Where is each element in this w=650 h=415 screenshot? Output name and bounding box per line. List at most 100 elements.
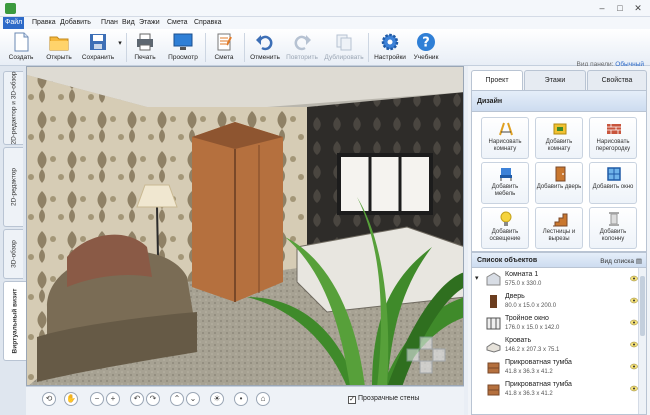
bed-icon	[486, 342, 501, 353]
design-title: Дизайн	[477, 98, 503, 105]
eye-icon[interactable]	[630, 341, 638, 348]
collapse-icon[interactable]: ▾	[475, 274, 479, 282]
add-room-label: Добавить комнату	[545, 139, 573, 152]
settings-label: Настройки	[374, 54, 406, 61]
print-button[interactable]: Печать	[130, 29, 160, 66]
draw-room-button[interactable]: Нарисовать комнату	[481, 117, 529, 159]
toolbar: Создать Открыть Сохранить ▾ Печать Просм…	[0, 29, 650, 68]
close-icon[interactable]: ✕	[630, 3, 646, 14]
title-bar: – □ ✕	[0, 0, 650, 17]
object-dims: 41.8 x 36.3 x 41.2	[505, 369, 553, 375]
tab-project[interactable]: Проект	[471, 70, 523, 91]
object-dims: 41.8 x 36.3 x 41.2	[505, 391, 553, 397]
add-lighting-label: Добавить освещение	[489, 229, 521, 242]
floppy-disk-icon	[90, 34, 106, 50]
duplicate-label: Дублировать	[324, 54, 364, 61]
monitor-icon	[173, 33, 193, 50]
eye-icon[interactable]	[630, 275, 638, 282]
add-door-button[interactable]: Добавить дверь	[535, 162, 583, 204]
window	[337, 153, 433, 215]
zoom-out-icon[interactable]: −	[90, 392, 104, 406]
eye-icon[interactable]	[630, 319, 638, 326]
chevron-down-icon: ▾	[118, 40, 122, 47]
wardrobe	[192, 122, 283, 302]
draw-partition-label: Нарисовать перегородку	[595, 139, 631, 152]
toolbar-divider	[205, 33, 206, 62]
maximize-icon[interactable]: □	[612, 3, 628, 14]
door-icon	[555, 166, 566, 182]
tilt-up-icon[interactable]: ⌃	[170, 392, 184, 406]
undo-label: Отменить	[250, 54, 280, 61]
redo-button[interactable]: Повторить	[284, 29, 320, 66]
tab-properties[interactable]: Свойства	[587, 70, 647, 90]
new-document-icon	[14, 32, 29, 52]
menu-help[interactable]: Справка	[192, 17, 223, 29]
list-item[interactable]: Прикроватная тумба 41.8 x 36.3 x 41.2	[472, 380, 640, 401]
add-window-label: Добавить окно	[592, 184, 634, 190]
save-dropdown-button[interactable]: ▾	[117, 29, 123, 66]
undo-icon	[256, 35, 273, 51]
tab-2d-editor[interactable]: 2D-редактор	[3, 147, 23, 227]
tab-3d-view[interactable]: 3D-обзор	[3, 229, 23, 279]
zoom-in-icon[interactable]: +	[106, 392, 120, 406]
minimize-icon[interactable]: –	[594, 3, 610, 14]
object-list-scrollbar[interactable]	[638, 268, 646, 414]
menu-floors[interactable]: Этажи	[137, 17, 162, 29]
light-bulb-icon[interactable]: •	[234, 392, 248, 406]
list-item[interactable]: Тройное окно 176.0 x 15.0 x 142.0	[472, 314, 640, 335]
add-column-button[interactable]: Добавить колонну	[589, 207, 637, 249]
estimate-button[interactable]: Смета	[210, 29, 238, 66]
tab-virtual-visit[interactable]: Виртуальный визит	[3, 281, 26, 361]
menu-view[interactable]: Вид	[120, 17, 137, 29]
tab-floors[interactable]: Этажи	[524, 70, 586, 90]
chair-icon	[500, 168, 512, 181]
menu-edit[interactable]: Правка	[30, 17, 58, 29]
home-icon[interactable]: ⌂	[256, 392, 270, 406]
redo-label: Повторить	[286, 54, 318, 61]
list-item[interactable]: Прикроватная тумба 41.8 x 36.3 x 41.2	[472, 358, 640, 379]
checkbox-checked-icon: ✓	[348, 396, 356, 404]
add-lighting-button[interactable]: Добавить освещение	[481, 207, 529, 249]
list-item[interactable]: ▾ Комната 1 575.0 x 330.0	[472, 270, 640, 291]
tab-virtual-visit-label: Виртуальный визит	[11, 288, 19, 354]
menu-estimate[interactable]: Смета	[165, 17, 190, 29]
object-name: Тройное окно	[505, 315, 549, 322]
create-button[interactable]: Создать	[6, 29, 36, 66]
tutorial-button[interactable]: ? Учебник	[410, 29, 442, 66]
list-view-button[interactable]: Вид списка ▤	[600, 257, 642, 265]
undo-button[interactable]: Отменить	[248, 29, 282, 66]
duplicate-button[interactable]: Дублировать	[322, 29, 366, 66]
add-window-button[interactable]: Добавить окно	[589, 162, 637, 204]
lighting-icon[interactable]: ☀	[210, 392, 224, 406]
rotate-view-icon[interactable]: ⟲	[42, 392, 56, 406]
transparent-walls-checkbox[interactable]: ✓ Прозрачные стены	[348, 395, 419, 404]
draw-partition-button[interactable]: Нарисовать перегородку	[589, 117, 637, 159]
list-item[interactable]: Дверь 80.0 x 15.0 x 200.0	[472, 292, 640, 313]
list-item[interactable]: Кровать 146.2 x 207.3 x 75.1	[472, 336, 640, 357]
object-name: Дверь	[505, 293, 525, 300]
toolbar-divider	[368, 33, 369, 62]
eye-icon[interactable]	[630, 385, 638, 392]
eye-icon[interactable]	[630, 297, 638, 304]
turn-left-icon[interactable]: ↶	[130, 392, 144, 406]
menu-file[interactable]: Файл	[3, 17, 25, 29]
pan-hand-icon[interactable]: ✋	[64, 392, 78, 406]
tilt-down-icon[interactable]: ⌄	[186, 392, 200, 406]
eye-icon[interactable]	[630, 363, 638, 370]
preview-button[interactable]: Просмотр	[166, 29, 200, 66]
settings-button[interactable]: Настройки	[372, 29, 408, 66]
menu-add[interactable]: Добавить	[58, 17, 93, 29]
light-bulb-icon	[500, 211, 512, 226]
virtual-visit-viewport[interactable]	[26, 66, 464, 386]
open-button[interactable]: Открыть	[42, 29, 76, 66]
stairs-cutouts-button[interactable]: Лестницы и вырезы	[535, 207, 583, 249]
turn-right-icon[interactable]: ↷	[146, 392, 160, 406]
menu-plan[interactable]: План	[99, 17, 120, 29]
add-room-button[interactable]: Добавить комнату	[535, 117, 583, 159]
object-list[interactable]: ▾ Комната 1 575.0 x 330.0 Дверь 80.0 x 1…	[471, 268, 647, 415]
tab-2d-editor-and-3d[interactable]: 2D-редактор и 3D-обзор	[3, 71, 23, 145]
add-furniture-button[interactable]: Добавить мебель	[481, 162, 529, 204]
nightstand-icon	[487, 384, 500, 396]
scrollbar-thumb[interactable]	[640, 276, 645, 336]
save-button[interactable]: Сохранить	[78, 29, 118, 66]
